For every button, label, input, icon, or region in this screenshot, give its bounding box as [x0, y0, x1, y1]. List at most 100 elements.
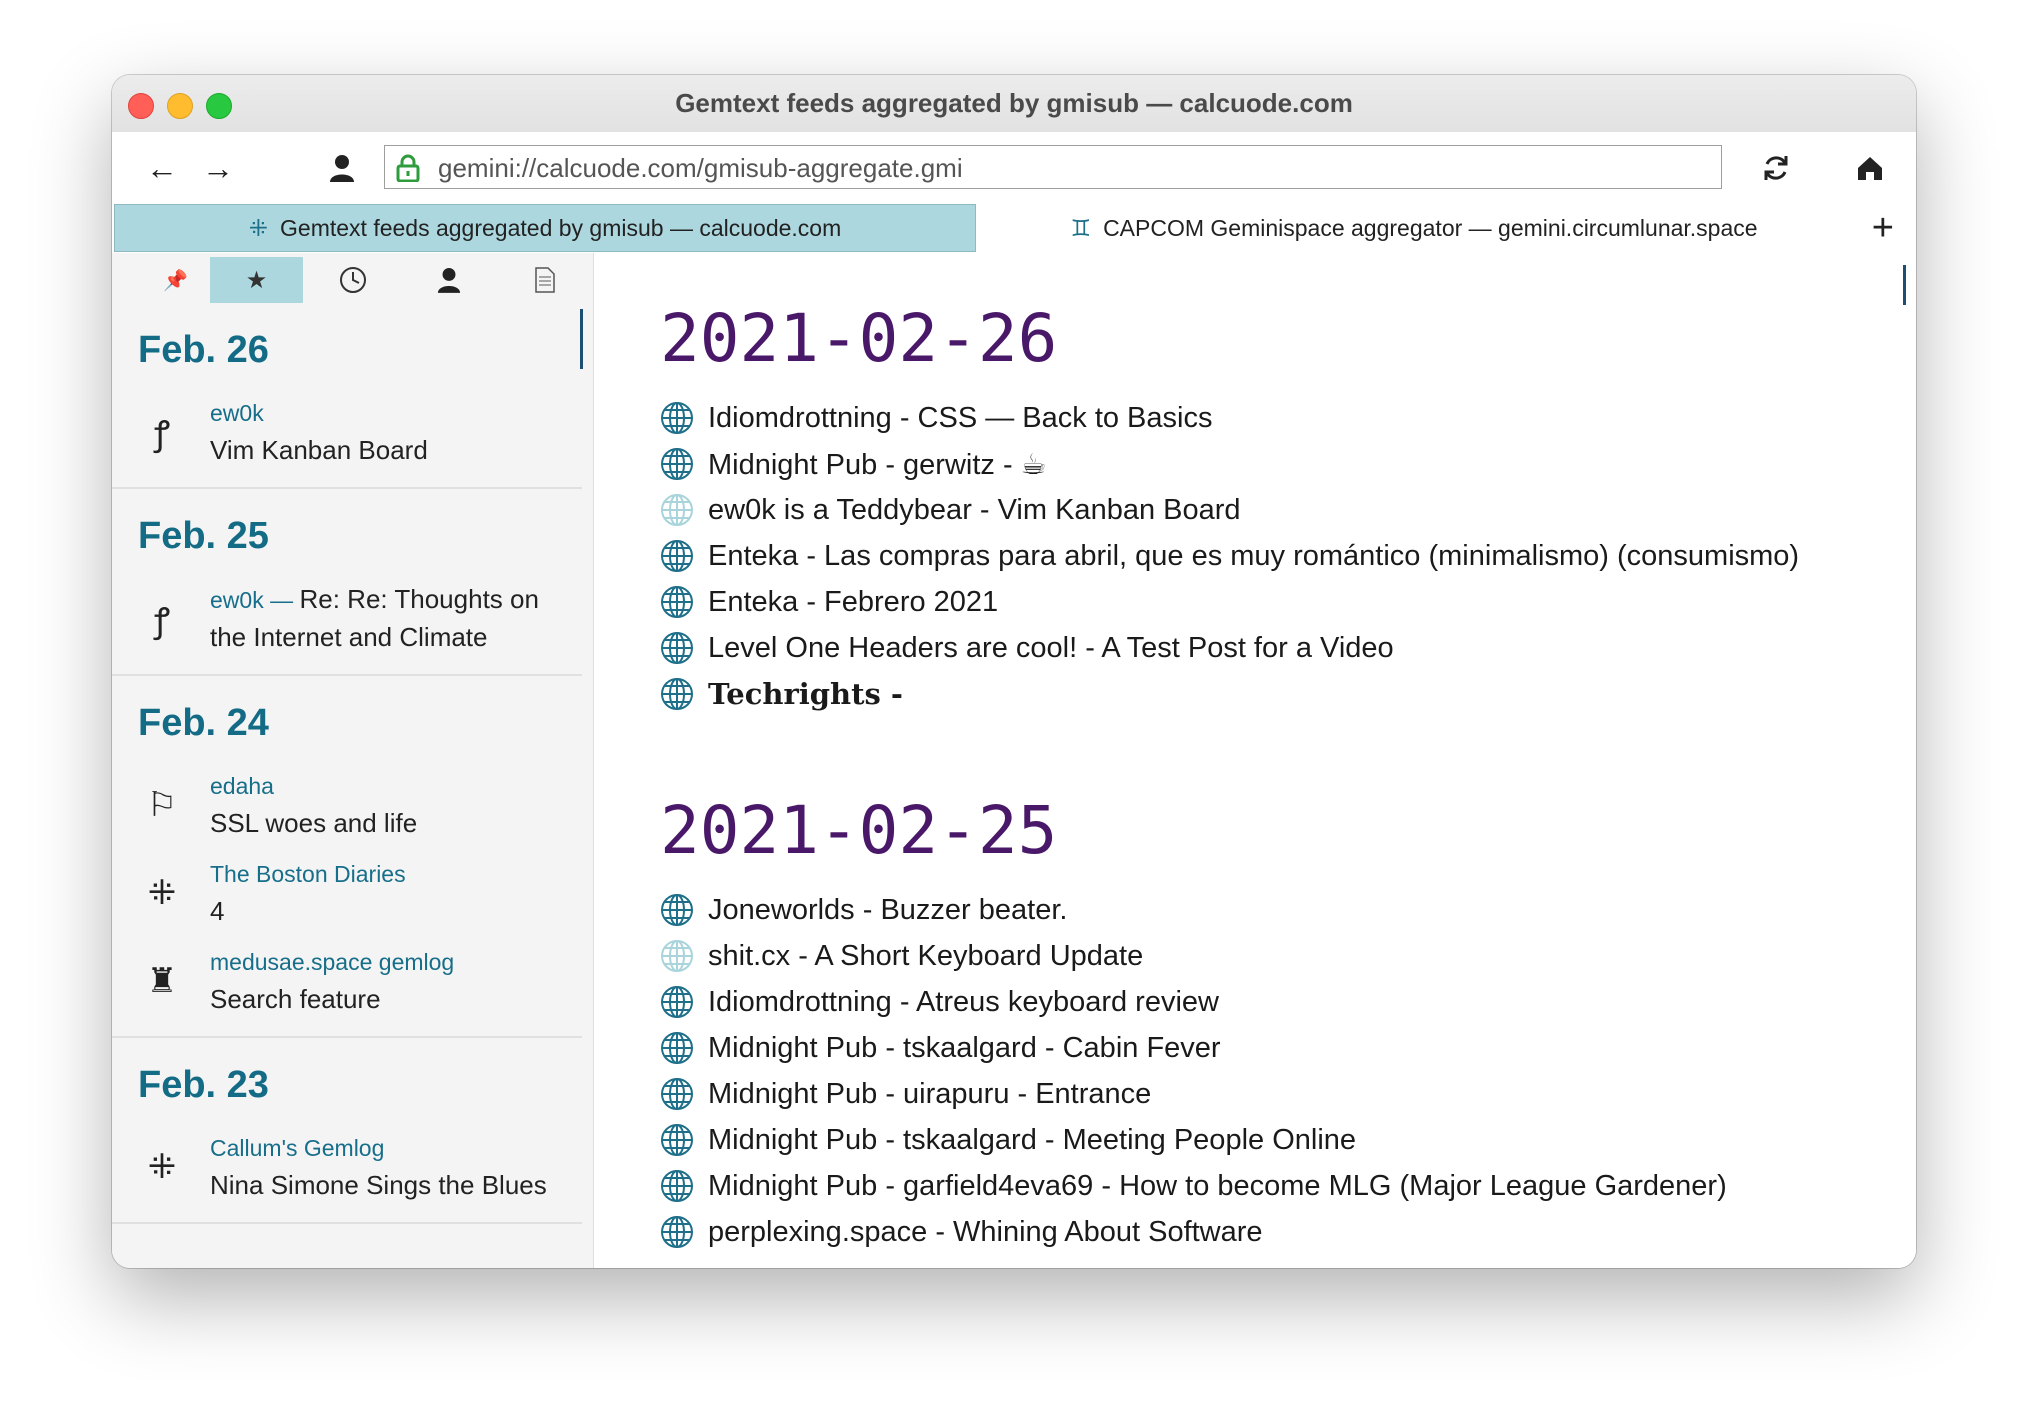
entry-title-first-line: Re: Re: Thoughts on — [299, 584, 539, 614]
feed-name: medusae.space gemlog — [210, 949, 455, 975]
globe-icon — [661, 1170, 693, 1202]
date-heading: 2021-02-26 — [660, 300, 1058, 377]
new-tab-button[interactable]: + — [1872, 206, 1894, 250]
sidebar-tab-bookmarks[interactable]: 📌 — [129, 257, 222, 303]
feed-link-text: Enteka - Febrero 2021 — [708, 585, 999, 618]
entry-title: Vim Kanban Board — [210, 435, 428, 465]
globe-icon — [661, 986, 693, 1018]
feed-link-text: Joneworlds - Buzzer beater. — [708, 893, 1068, 926]
identity-button[interactable] — [322, 148, 362, 188]
url-bar[interactable]: gemini://calcuode.com/gmisub-aggregate.g… — [384, 145, 1722, 189]
feed-link[interactable]: shit.cx - A Short Keyboard Update — [660, 933, 1727, 979]
feed-link-text: Midnight Pub - tskaalgard - Meeting Peop… — [708, 1123, 1357, 1156]
feed-link[interactable]: Midnight Pub - tskaalgard - Meeting Peop… — [660, 1117, 1727, 1163]
sidebar-tab-identities[interactable] — [402, 257, 495, 303]
feed-link[interactable]: Midnight Pub - uirapuru - Entrance — [660, 1071, 1727, 1117]
feed-link-text: Midnight Pub - uirapuru - Entrance — [708, 1077, 1152, 1110]
entry-title: 4 — [210, 896, 225, 926]
entry-title: SSL woes and life — [210, 808, 418, 838]
feed-entry[interactable]: ꝭ ew0k — Re: Re: Thoughts on the Interne… — [112, 581, 582, 656]
tab-bar: ⁜ Gemtext feeds aggregated by gmisub — c… — [112, 204, 1916, 254]
feed-link[interactable]: Idiomdrottning - Atreus keyboard review — [660, 979, 1727, 1025]
day-heading: Feb. 25 — [138, 515, 269, 557]
feed-link[interactable]: Enteka - Febrero 2021 — [660, 579, 1799, 625]
feed-entry[interactable]: ⁜ Callum's Gemlog Nina Simone Sings the … — [112, 1130, 582, 1204]
feed-link[interactable]: Techrights - — [660, 671, 1799, 717]
navigation-toolbar: ← → gemini://calcuode.com/gmisub-aggrega… — [112, 132, 1916, 204]
feed-entry[interactable]: ꝭ ew0k Vim Kanban Board — [112, 395, 582, 469]
feed-link-text: Midnight Pub - gerwitz - ☕ — [708, 448, 1047, 481]
feed-link-text: ew0k is a Teddybear - Vim Kanban Board — [708, 493, 1241, 526]
globe-icon — [661, 586, 693, 618]
title-bar: Gemtext feeds aggregated by gmisub — cal… — [112, 75, 1916, 133]
day-heading: Feb. 23 — [138, 1064, 269, 1106]
forward-button[interactable]: → — [198, 148, 238, 188]
globe-icon — [661, 1078, 693, 1110]
feed-link[interactable]: Enteka - Las compras para abril, que es … — [660, 533, 1799, 579]
date-section: 2021-02-25 Joneworlds - Buzzer beater. sh… — [660, 785, 1727, 1255]
globe-icon — [661, 1124, 693, 1156]
back-button[interactable]: ← — [142, 148, 182, 188]
day-heading: Feb. 24 — [138, 702, 269, 744]
feed-link-text: Idiomdrottning - CSS — Back to Basics — [708, 401, 1213, 434]
feed-name: ew0k — [210, 400, 264, 426]
feed-link[interactable]: Midnight Pub - gerwitz - ☕ — [660, 441, 1799, 487]
feed-link[interactable]: ew0k is a Teddybear - Vim Kanban Board — [660, 487, 1799, 533]
clock-icon — [339, 267, 366, 293]
feed-link-text: Midnight Pub - garfield4eva69 - How to b… — [708, 1169, 1727, 1202]
reload-button[interactable] — [1756, 148, 1796, 188]
tab-capcom-aggregator[interactable]: ♊ CAPCOM Geminispace aggregator — gemini… — [980, 204, 1848, 252]
sidebar-tab-history[interactable] — [306, 257, 399, 303]
tab-label: Gemtext feeds aggregated by gmisub — cal… — [280, 214, 842, 241]
globe-icon — [661, 1216, 693, 1248]
home-button[interactable] — [1850, 148, 1890, 188]
gemini-icon: ♊ — [1070, 214, 1092, 241]
page-icon — [534, 267, 555, 293]
feed-link-text: Midnight Pub - tskaalgard - Cabin Fever — [708, 1031, 1221, 1064]
globe-icon — [661, 1032, 693, 1064]
feed-link-text: perplexing.space - Whining About Softwar… — [708, 1215, 1263, 1248]
day-group: Feb. 24 ⚐ edaha SSL woes and life ⁜ The … — [112, 676, 582, 1038]
date-section: 2021-02-26 Idiomdrottning - CSS — Back t… — [660, 293, 1799, 717]
pin-icon: 📌 — [163, 269, 188, 292]
globe-icon — [661, 894, 693, 926]
day-group: Feb. 23 ⁜ Callum's Gemlog Nina Simone Si… — [112, 1038, 582, 1224]
feed-link-text: Techrights - — [708, 677, 903, 711]
day-group: Feb. 25 ꝭ ew0k — Re: Re: Thoughts on the… — [112, 489, 582, 676]
sidebar-tab-subscriptions[interactable]: ★ — [210, 257, 303, 303]
globe-icon — [661, 494, 693, 526]
globe-icon — [661, 632, 693, 664]
feed-link[interactable]: Midnight Pub - tskaalgard - Cabin Fever — [660, 1025, 1727, 1071]
feed-link[interactable]: Joneworlds - Buzzer beater. — [660, 887, 1727, 933]
rook-icon: ♜ — [146, 962, 178, 1000]
tab-label: CAPCOM Geminispace aggregator — gemini.c… — [1103, 214, 1758, 241]
entry-title: Search feature — [210, 984, 381, 1014]
feed-link-text: Enteka - Las compras para abril, que es … — [708, 539, 1800, 572]
feed-link-text: shit.cx - A Short Keyboard Update — [708, 939, 1144, 972]
day-heading: Feb. 26 — [138, 329, 269, 371]
feed-entry[interactable]: ⚐ edaha SSL woes and life — [112, 768, 582, 842]
sidebar-tabs: 📌 ★ — [112, 253, 593, 303]
feed-link[interactable]: Level One Headers are cool! - A Test Pos… — [660, 625, 1799, 671]
feed-entry[interactable]: ♜ medusae.space gemlog Search feature — [112, 944, 582, 1018]
date-heading: 2021-02-25 — [660, 792, 1058, 869]
feed-list: Feb. 26 ꝭ ew0k Vim Kanban Board Feb. 25 … — [112, 303, 582, 1224]
sidebar-tab-outline[interactable] — [498, 257, 591, 303]
tab-gmisub-aggregate[interactable]: ⁜ Gemtext feeds aggregated by gmisub — c… — [114, 204, 976, 252]
feed-entry[interactable]: ⁜ The Boston Diaries 4 — [112, 856, 582, 930]
reload-icon — [1764, 156, 1788, 180]
lock-icon — [396, 154, 420, 182]
flag-icon: ⚐ — [146, 786, 178, 824]
content-scrollbar[interactable] — [1903, 265, 1906, 305]
feed-link[interactable]: Midnight Pub - garfield4eva69 - How to b… — [660, 1163, 1727, 1209]
globe-icon — [661, 540, 693, 572]
feed-link[interactable]: Idiomdrottning - CSS — Back to Basics — [660, 395, 1799, 441]
globe-icon — [661, 678, 693, 710]
feed-link-text: Level One Headers are cool! - A Test Pos… — [708, 631, 1394, 664]
page-content: 2021-02-26 Idiomdrottning - CSS — Back t… — [594, 253, 1916, 1268]
globe-icon — [661, 402, 693, 434]
person-icon — [437, 268, 460, 293]
url-text: gemini://calcuode.com/gmisub-aggregate.g… — [438, 153, 963, 183]
feed-link[interactable]: perplexing.space - Whining About Softwar… — [660, 1209, 1727, 1255]
globe-icon — [661, 448, 693, 480]
